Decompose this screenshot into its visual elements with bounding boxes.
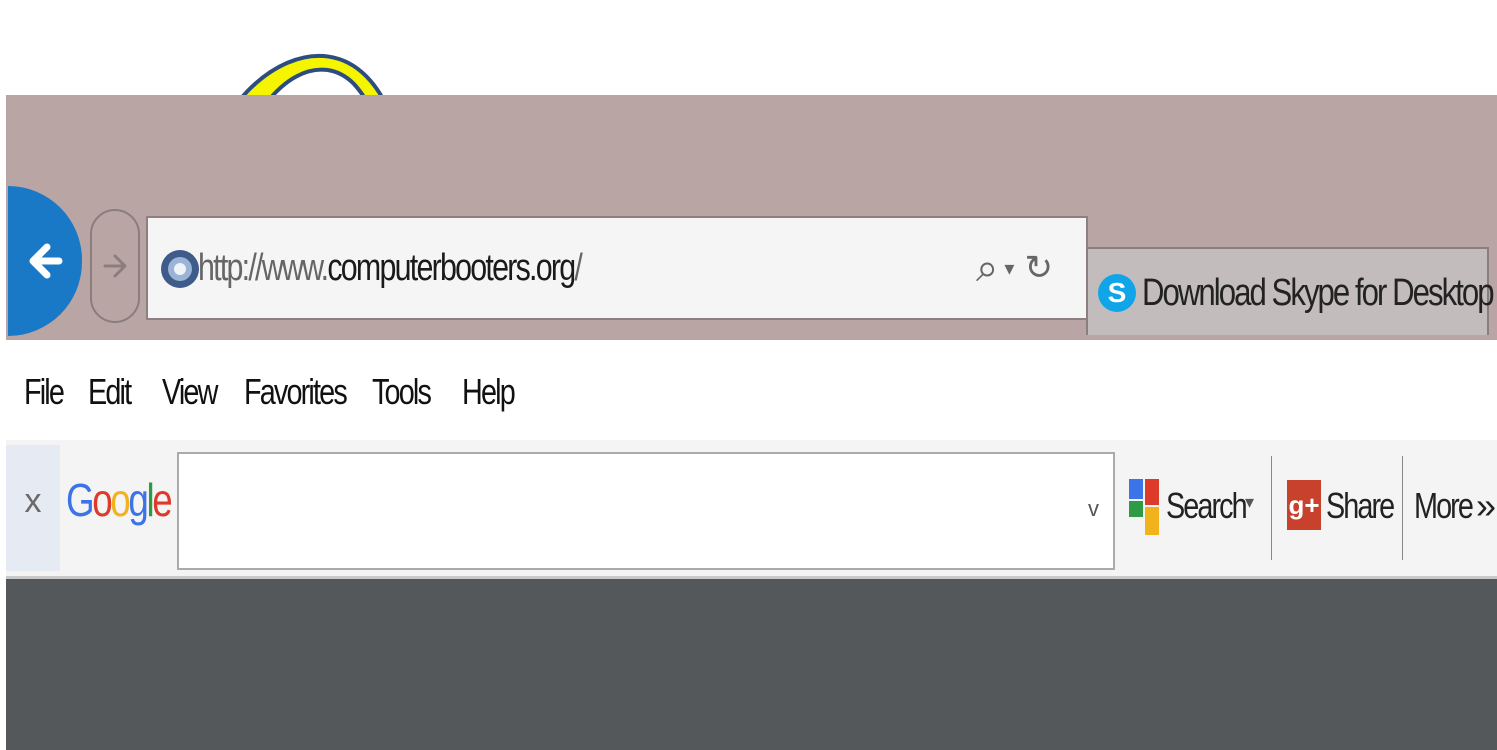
back-button[interactable] [8, 186, 82, 336]
search-dropdown-icon[interactable]: ▾ [1245, 492, 1254, 513]
google-letter: e [152, 474, 172, 526]
url-prefix: http://www. [198, 247, 329, 289]
browser-titlebar: http://www.computerbooters.org/ ⌕ ▾ ↻ S … [6, 95, 1497, 340]
google-search-input[interactable] [185, 460, 1069, 562]
menu-edit[interactable]: Edit [88, 370, 132, 414]
menu-favorites[interactable]: Favorites [244, 370, 348, 414]
google-search-icon[interactable] [1125, 477, 1163, 539]
address-bar[interactable]: http://www.computerbooters.org/ ⌕ ▾ ↻ [146, 216, 1088, 320]
google-search-field[interactable]: v [177, 452, 1115, 570]
browser-tab[interactable]: S Download Skype for Desktop [1086, 247, 1495, 335]
refresh-icon[interactable]: ↻ [1024, 248, 1053, 288]
browser-window: http://www.computerbooters.org/ ⌕ ▾ ↻ S … [6, 95, 1497, 750]
toolbar-close-button[interactable]: x [6, 445, 60, 571]
url-suffix: / [574, 247, 583, 289]
google-letter: g [128, 474, 148, 526]
google-logo: Google [66, 468, 173, 532]
page-content-area [6, 579, 1497, 750]
menu-view[interactable]: View [162, 370, 218, 414]
menu-help[interactable]: Help [462, 370, 516, 414]
forward-button[interactable] [90, 209, 140, 323]
toolbar-divider [1271, 456, 1272, 560]
google-letter: G [66, 474, 95, 526]
more-button[interactable]: More [1414, 480, 1474, 532]
more-chevron-icon[interactable]: » [1476, 480, 1496, 532]
address-search-icon[interactable]: ⌕ [976, 246, 998, 291]
google-letter: o [92, 474, 112, 526]
share-button[interactable]: Share [1326, 480, 1395, 532]
tab-title: Download Skype for Desktop [1142, 272, 1495, 314]
menu-bar: File Edit View Favorites Tools Help [6, 340, 1497, 440]
menu-file[interactable]: File [24, 370, 65, 414]
google-letter: o [110, 474, 130, 526]
google-toolbar: x Google v Search ▾ g+ Share More » [6, 440, 1497, 579]
google-plus-icon[interactable]: g+ [1287, 480, 1321, 530]
toolbar-divider [1402, 456, 1403, 560]
address-bar-tools: ⌕ ▾ ↻ [976, 238, 1053, 298]
forward-arrow-icon [103, 254, 127, 278]
back-arrow-icon [29, 243, 63, 279]
site-favicon-icon [161, 250, 199, 288]
search-history-chevron-icon[interactable]: v [1088, 496, 1099, 522]
menu-tools[interactable]: Tools [372, 370, 432, 414]
address-url[interactable]: http://www.computerbooters.org/ [198, 244, 583, 292]
url-domain: computerbooters.org [327, 247, 576, 289]
google-search-button[interactable]: Search [1166, 480, 1248, 532]
skype-icon: S [1098, 274, 1136, 312]
address-dropdown-icon[interactable]: ▾ [1004, 256, 1014, 281]
